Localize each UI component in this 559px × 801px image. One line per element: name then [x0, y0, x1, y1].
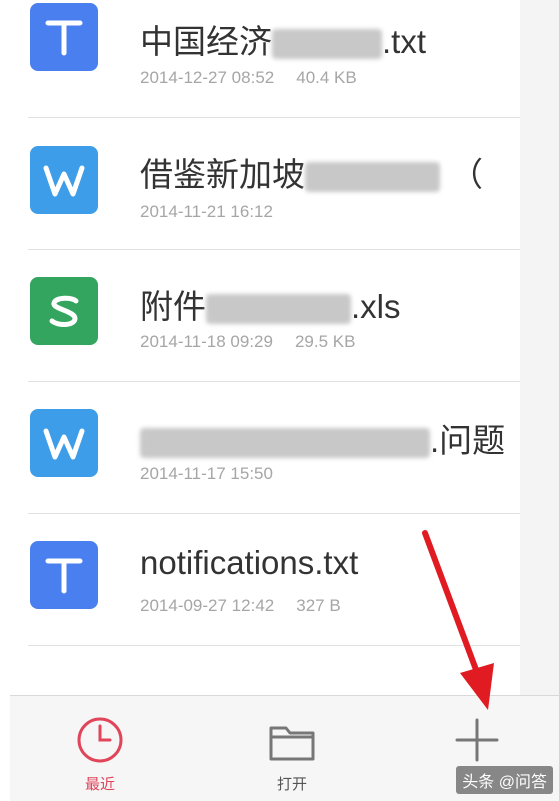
watermark: 头条 @问答 [456, 766, 553, 794]
file-date: 2014-11-21 16:12 [140, 202, 273, 221]
redacted-blur [140, 428, 430, 459]
file-name-extension: .xls [351, 288, 401, 325]
file-name-extension: .txt [382, 23, 427, 60]
txt-file-icon [30, 3, 98, 71]
tab-recent[interactable]: 最近 [55, 714, 145, 794]
file-date: 2014-12-27 08:52 [140, 68, 275, 87]
file-date: 2014-11-17 15:50 [140, 464, 273, 483]
tab-recent-label: 最近 [84, 776, 115, 793]
spreadsheet-file-icon [30, 277, 98, 345]
red-arrow-annotation [422, 530, 494, 710]
scroll-edge [520, 0, 559, 695]
file-meta: 2014-11-17 15:50 [140, 464, 273, 484]
file-row[interactable]: 中国经济 .txt 2014-12-27 08:52 40.4 KB [0, 0, 520, 132]
redacted-blur [305, 162, 440, 193]
file-size: 327 B [296, 596, 341, 615]
file-row[interactable]: 附件 .xls 2014-11-18 09:29 29.5 KB [0, 250, 520, 382]
tab-open-label: 打开 [276, 776, 307, 793]
file-meta: 2014-12-27 08:52 40.4 KB [140, 68, 357, 88]
redacted-blur [272, 29, 382, 60]
file-size: 29.5 KB [294, 332, 356, 351]
doc-file-icon [30, 409, 98, 477]
file-name-visible: 中国经济 [140, 23, 272, 60]
doc-file-icon [30, 146, 98, 214]
file-name: 附件 .xls [140, 280, 401, 328]
file-name: .问题 [140, 414, 505, 462]
file-meta: 2014-09-27 12:42 327 B [140, 596, 341, 616]
file-row[interactable]: 借鉴新加坡 （ 2014-11-21 16:12 [0, 118, 520, 250]
file-date: 2014-09-27 12:42 [140, 596, 275, 615]
redacted-blur [206, 294, 351, 325]
file-name-visible: 附件 [140, 288, 206, 325]
txt-file-icon [30, 541, 98, 609]
file-name-visible: notifications.txt [140, 544, 359, 581]
folder-icon [269, 726, 315, 761]
file-meta: 2014-11-21 16:12 [140, 202, 273, 222]
plus-icon [455, 718, 499, 762]
file-name-visible: 借鉴新加坡 [140, 156, 305, 193]
tab-open[interactable]: 打开 [247, 714, 337, 794]
file-row[interactable]: .问题 2014-11-17 15:50 [0, 382, 520, 514]
file-name: 中国经济 .txt [140, 15, 426, 63]
file-size: 40.4 KB [296, 68, 357, 87]
file-name-extension: .问题 [430, 422, 506, 459]
file-name: notifications.txt [140, 544, 358, 582]
file-name-extension: （ [450, 156, 483, 193]
clock-icon [77, 717, 123, 763]
file-date: 2014-11-18 09:29 [140, 332, 273, 351]
file-name: 借鉴新加坡 （ [140, 148, 483, 196]
file-meta: 2014-11-18 09:29 29.5 KB [140, 332, 355, 352]
